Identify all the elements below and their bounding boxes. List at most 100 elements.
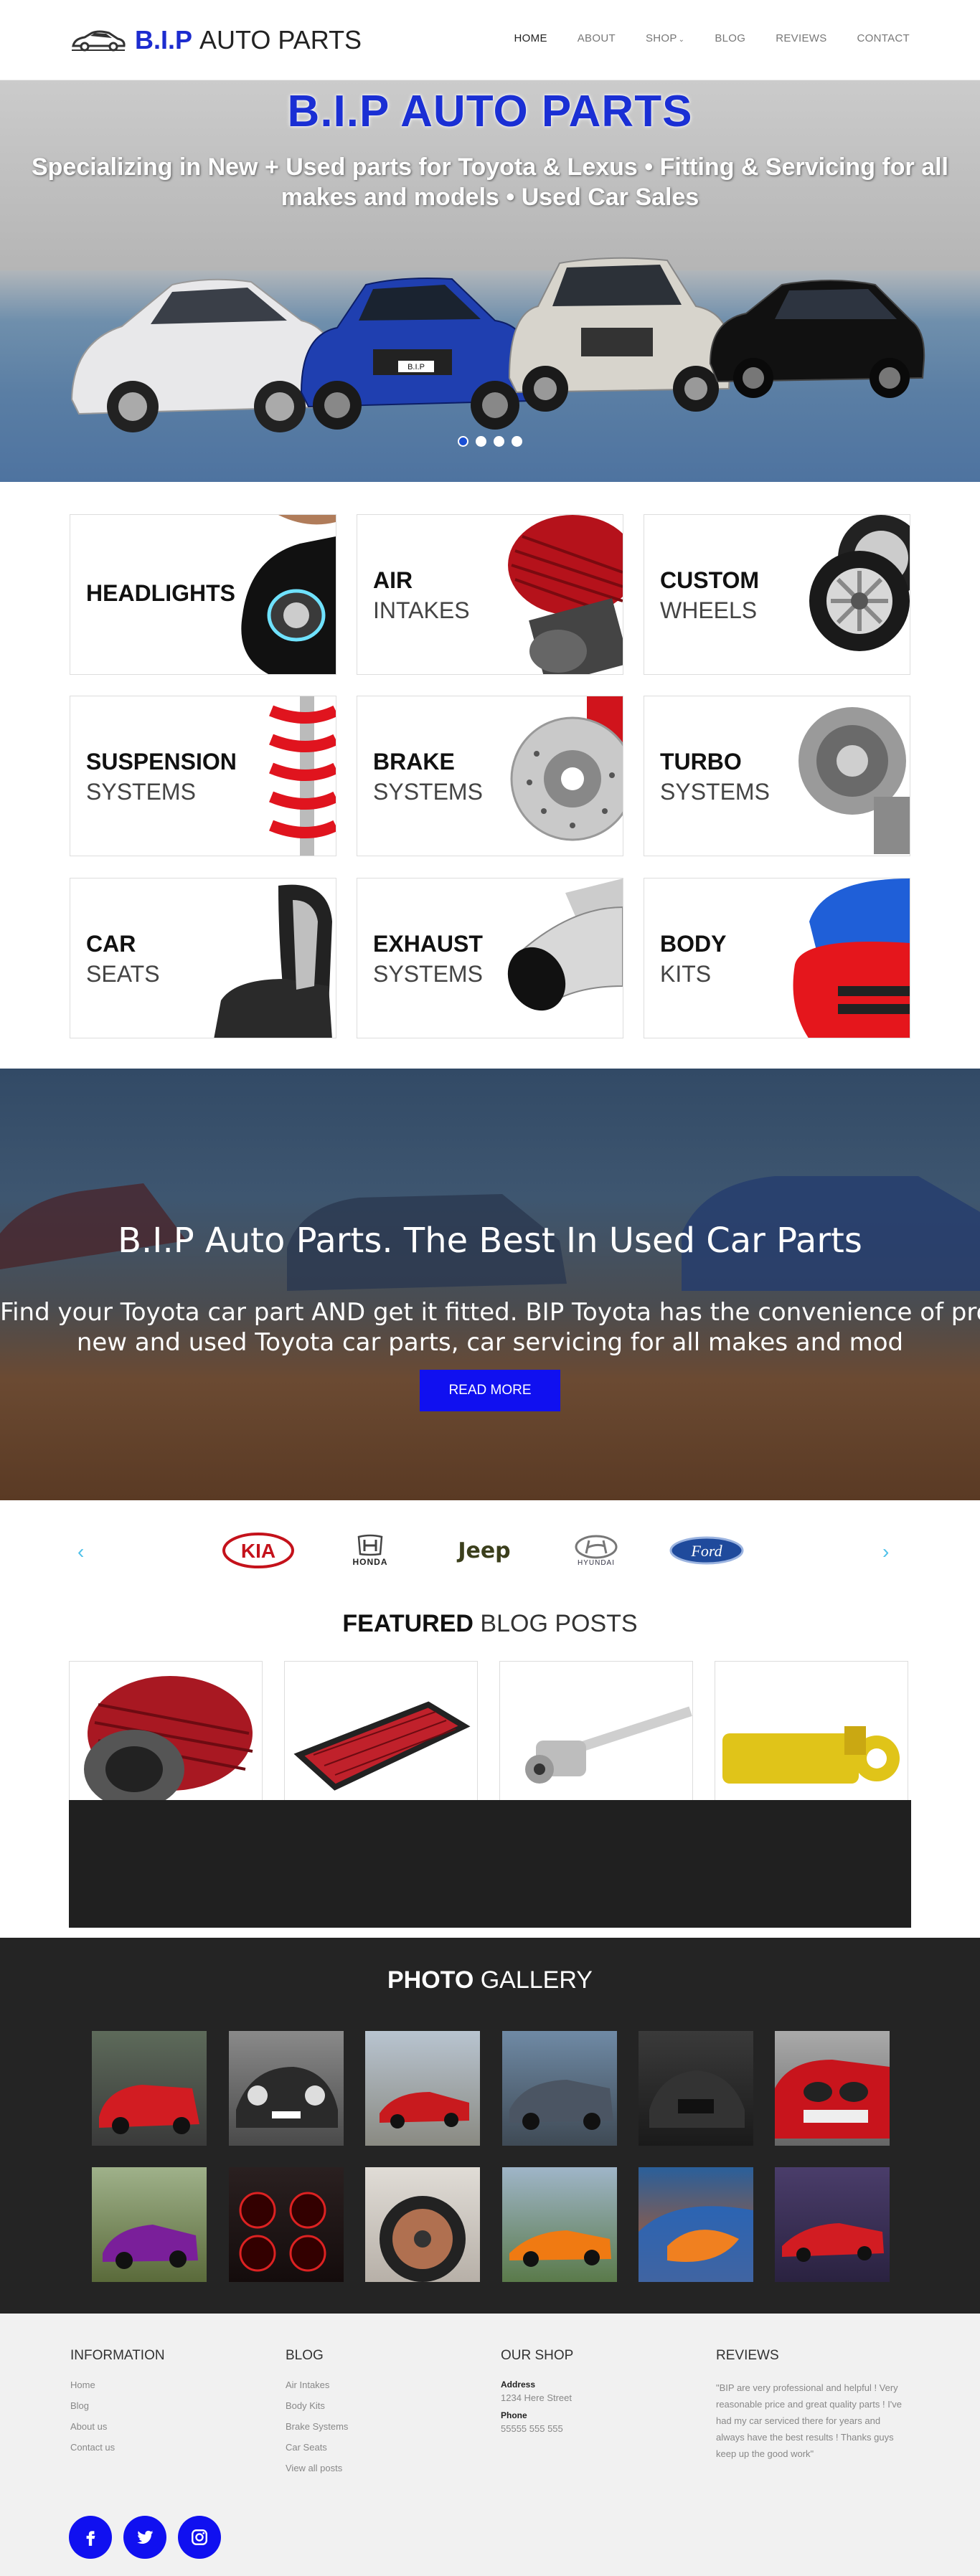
blog-card-air-filter[interactable]: [69, 1661, 263, 1801]
category-label: AIR INTAKES: [373, 565, 470, 625]
grey-gtr-photo: [509, 2080, 613, 2130]
slider-dot-2[interactable]: [476, 436, 486, 447]
blog-card-panel-filter[interactable]: [284, 1661, 478, 1801]
gallery-photo[interactable]: [365, 2031, 480, 2146]
nav-shop[interactable]: SHOP ⌄: [646, 32, 684, 44]
gallery-heading-bold: PHOTO: [387, 1966, 474, 1994]
footer-link-air-intakes[interactable]: Air Intakes: [286, 2380, 348, 2390]
ford-oval-icon: Ford: [669, 1536, 744, 1565]
classic-porsche-photo: [236, 2067, 338, 2128]
footer-phone-label: Phone: [501, 2410, 527, 2420]
gallery-photo[interactable]: [775, 2167, 890, 2282]
brand-hyundai-logo[interactable]: HYUNDAI: [564, 1529, 628, 1572]
blog-card-rod[interactable]: [499, 1661, 693, 1801]
footer-link-blog[interactable]: Blog: [70, 2400, 165, 2411]
footer-link-body-kits[interactable]: Body Kits: [286, 2400, 348, 2411]
category-custom-wheels[interactable]: CUSTOM WHEELS: [644, 514, 910, 675]
category-title: HEADLIGHTS: [86, 580, 235, 606]
nav-contact[interactable]: CONTACT: [857, 32, 910, 44]
footer-link-brake-systems[interactable]: Brake Systems: [286, 2421, 348, 2432]
twitter-button[interactable]: [123, 2516, 166, 2559]
brand-kia-logo[interactable]: KIA: [219, 1529, 298, 1572]
footer-link-car-seats[interactable]: Car Seats: [286, 2442, 348, 2453]
category-exhaust[interactable]: EXHAUST SYSTEMS: [357, 878, 623, 1038]
category-turbo[interactable]: TURBO SYSTEMS: [644, 696, 910, 856]
footer-phone-value[interactable]: 55555 555 555: [501, 2423, 573, 2434]
footer-link-about[interactable]: About us: [70, 2421, 165, 2432]
instagram-icon: [192, 2529, 207, 2545]
shock-absorber-image: [722, 1726, 900, 1784]
nav-shop-label: SHOP: [645, 32, 677, 44]
hero-cars-image: B.I.P: [70, 257, 925, 432]
gallery-heading: PHOTO GALLERY: [0, 1966, 980, 1994]
banner-title: B.I.P Auto Parts. The Best In Used Car P…: [118, 1221, 862, 1261]
category-title: BODY: [660, 931, 727, 957]
footer-reviews-title: REVIEWS: [716, 2348, 779, 2363]
gallery-photo[interactable]: [365, 2167, 480, 2282]
photo-gallery: PHOTO GALLERY: [0, 1938, 980, 2314]
category-subtitle: SYSTEMS: [86, 779, 196, 805]
silver-4x4: [508, 257, 732, 412]
category-car-seats[interactable]: CAR SEATS: [70, 878, 336, 1038]
slider-dots: [0, 436, 980, 447]
air-filter-icon: [508, 515, 623, 674]
kia-logo-icon: KIA: [222, 1533, 294, 1568]
gallery-photo[interactable]: [639, 2167, 753, 2282]
slider-dot-3[interactable]: [494, 436, 504, 447]
honda-h-icon: [357, 1534, 383, 1556]
footer-link-view-all[interactable]: View all posts: [286, 2463, 348, 2473]
gallery-photo[interactable]: [502, 2167, 617, 2282]
gallery-photo[interactable]: [92, 2167, 207, 2282]
category-label: TURBO SYSTEMS: [660, 747, 770, 807]
logo-bip-text: B.I.P: [135, 25, 193, 55]
gallery-photo[interactable]: [229, 2031, 344, 2146]
category-subtitle: INTAKES: [373, 597, 470, 623]
brand-honda-logo[interactable]: HONDA: [336, 1529, 405, 1572]
site-header: B.I.P AUTO PARTS HOME ABOUT SHOP ⌄ BLOG R…: [0, 0, 980, 80]
blog-heading-rest: BLOG POSTS: [480, 1610, 638, 1637]
jeep-logo-text: Jeep: [458, 1538, 511, 1563]
logo-auto-parts-text: AUTO PARTS: [199, 25, 362, 55]
read-more-button[interactable]: READ MORE: [420, 1370, 560, 1411]
category-body-kits[interactable]: BODY KITS: [644, 878, 910, 1038]
blog-card-shock[interactable]: [715, 1661, 908, 1801]
gauges-photo: [239, 2192, 326, 2272]
gallery-photo[interactable]: [92, 2031, 207, 2146]
promo-banner: B.I.P Auto Parts. The Best In Used Car P…: [0, 1069, 980, 1500]
footer-shop-title: OUR SHOP: [501, 2348, 574, 2363]
slider-dot-1[interactable]: [458, 436, 468, 447]
slider-dot-4[interactable]: [512, 436, 522, 447]
gallery-photo[interactable]: [229, 2167, 344, 2282]
wheel-photo: [380, 2196, 466, 2282]
category-subtitle: SYSTEMS: [660, 779, 770, 805]
nav-blog[interactable]: BLOG: [715, 32, 745, 44]
footer-reviews: REVIEWS "BIP are very professional and h…: [716, 2348, 911, 2462]
footer-blog: BLOG Air Intakes Body Kits Brake Systems…: [286, 2348, 348, 2483]
brand-ford-logo[interactable]: Ford: [667, 1529, 746, 1572]
carousel-next-icon[interactable]: ›: [882, 1540, 889, 1563]
category-suspension[interactable]: SUSPENSION SYSTEMS: [70, 696, 336, 856]
category-headlights[interactable]: HEADLIGHTS: [70, 514, 336, 675]
car-seat-icon: [214, 884, 332, 1038]
facebook-button[interactable]: [69, 2516, 112, 2559]
nav-about[interactable]: ABOUT: [578, 32, 616, 44]
gallery-photo[interactable]: [502, 2031, 617, 2146]
black-audi-photo: [649, 2070, 745, 2128]
footer-link-home[interactable]: Home: [70, 2380, 165, 2390]
blog-heading-bold: FEATURED: [342, 1610, 473, 1637]
footer-blog-title: BLOG: [286, 2348, 324, 2363]
red-ferrari-photo: [380, 2092, 469, 2128]
twitter-icon: [137, 2530, 154, 2544]
carousel-prev-icon[interactable]: ‹: [77, 1540, 84, 1563]
site-logo[interactable]: B.I.P AUTO PARTS: [70, 24, 362, 56]
category-title: TURBO: [660, 749, 742, 775]
gallery-photo[interactable]: [639, 2031, 753, 2146]
category-air-intakes[interactable]: AIR INTAKES: [357, 514, 623, 675]
category-brake[interactable]: BRAKE SYSTEMS: [357, 696, 623, 856]
nav-reviews[interactable]: REVIEWS: [776, 32, 826, 44]
footer-link-contact[interactable]: Contact us: [70, 2442, 165, 2453]
gallery-photo[interactable]: [775, 2031, 890, 2146]
nav-home[interactable]: HOME: [514, 32, 547, 44]
brand-jeep-logo[interactable]: Jeep: [445, 1529, 524, 1572]
instagram-button[interactable]: [178, 2516, 221, 2559]
